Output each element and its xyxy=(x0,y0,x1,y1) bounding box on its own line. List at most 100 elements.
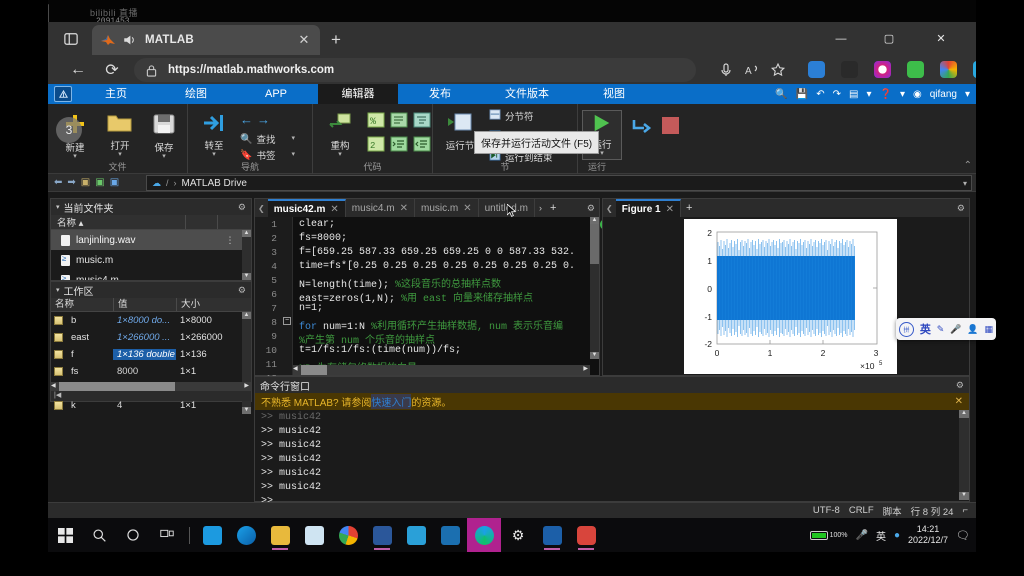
ribbon-tab-plots[interactable]: 绘图 xyxy=(158,84,234,104)
breadcrumb-up-icon[interactable]: ▣ xyxy=(81,177,90,188)
list-item[interactable]: music4.m xyxy=(51,270,251,280)
windows-start-icon[interactable] xyxy=(48,518,82,552)
find-caret-icon[interactable]: ▾ xyxy=(291,135,295,142)
new-tab-button[interactable]: + xyxy=(326,30,346,50)
tab-sidebar-button[interactable] xyxy=(56,27,86,51)
column-name[interactable]: 名称 xyxy=(51,298,113,311)
person-icon[interactable]: 👤 xyxy=(967,324,978,335)
breadcrumb-back-icon[interactable]: ⬅ xyxy=(54,177,62,188)
collapse-triangle-icon[interactable]: ▾ xyxy=(56,203,60,211)
find-button[interactable]: 🔍 查找 ▾ xyxy=(240,132,295,147)
search-icon[interactable] xyxy=(82,518,116,552)
comment-icon[interactable]: % xyxy=(367,112,387,133)
code-fold-column[interactable]: − xyxy=(281,217,293,375)
column-size[interactable]: 大小 xyxy=(176,298,251,311)
window-minimize-button[interactable]: — xyxy=(820,26,862,52)
onedrive-icon[interactable] xyxy=(399,518,433,552)
cortana-icon[interactable] xyxy=(116,518,150,552)
pen-icon[interactable]: ✎ xyxy=(937,324,945,335)
scroll-down-arrow-icon[interactable]: ▼ xyxy=(590,352,599,359)
indent-icon[interactable] xyxy=(390,112,410,133)
user-name[interactable]: qifang xyxy=(930,89,957,100)
scroll-down-arrow-icon[interactable]: ▼ xyxy=(242,407,251,414)
column-value[interactable]: 值 xyxy=(113,298,176,311)
grid-icon[interactable]: ▦ xyxy=(984,324,993,335)
bookmark-caret-icon[interactable]: ▾ xyxy=(291,151,295,158)
smart-indent-icon[interactable] xyxy=(413,112,433,133)
scroll-up-arrow-icon[interactable]: ▲ xyxy=(242,230,251,237)
drive-icon[interactable] xyxy=(940,61,957,78)
window-maximize-button[interactable]: ▢ xyxy=(868,26,910,52)
table-row[interactable]: b 1×8000 do... 1×8000 xyxy=(51,312,251,329)
address-bar[interactable]: https://matlab.mathworks.com xyxy=(134,58,696,82)
tab-close-icon[interactable]: ✕ xyxy=(296,32,312,48)
account-dot-icon[interactable]: ◉ xyxy=(913,89,922,100)
stop-square-icon[interactable] xyxy=(662,117,679,134)
figure-canvas[interactable]: 2 1 0 -1 -2 0 1 2 3 ×10 5 xyxy=(604,217,968,374)
mic-icon[interactable]: 🎤 xyxy=(855,530,867,541)
refactor-caret-icon[interactable]: ▾ xyxy=(319,151,361,158)
ime-english-icon[interactable]: 英 xyxy=(876,528,886,543)
word-icon[interactable] xyxy=(365,518,399,552)
edge-icon[interactable] xyxy=(467,518,501,552)
ime-mode-label[interactable]: 英 xyxy=(920,321,931,337)
tab-close-icon[interactable]: ✕ xyxy=(330,204,338,215)
figure-new-tab-button[interactable]: + xyxy=(681,199,697,217)
ribbon-tab-fileversion[interactable]: 文件版本 xyxy=(482,84,572,104)
reload-icon[interactable]: ⟳ xyxy=(100,58,124,82)
editor-vscrollbar[interactable]: ▲ ▼ xyxy=(590,217,599,359)
ppt-icon[interactable] xyxy=(535,518,569,552)
file-explorer-icon[interactable] xyxy=(263,518,297,552)
editor-new-tab-button[interactable]: + xyxy=(546,199,560,217)
gear-icon[interactable]: ⚙ xyxy=(953,199,969,217)
layout-icon[interactable]: ▤ xyxy=(849,89,858,100)
nav-forward-arrow-icon[interactable]: → xyxy=(257,112,270,127)
favorite-star-icon[interactable] xyxy=(768,60,788,80)
edge-legacy-icon[interactable] xyxy=(229,518,263,552)
nav-back-arrow-icon[interactable]: ← xyxy=(240,112,253,127)
gear-icon[interactable]: ⚙ xyxy=(956,380,964,391)
column-name[interactable]: 名称 ▴ xyxy=(51,215,185,229)
editor-tab-music[interactable]: music.m ✕ xyxy=(415,199,479,217)
ribbon-tab-publish[interactable]: 发布 xyxy=(402,84,478,104)
tab-close-icon[interactable]: ✕ xyxy=(400,203,408,214)
tim-icon[interactable] xyxy=(569,518,603,552)
opera-ring-icon[interactable] xyxy=(874,61,891,78)
table-row[interactable]: east 1×266000 ... 1×266000 xyxy=(51,329,251,346)
taskbar-clock[interactable]: 14:21 2022/12/7 xyxy=(908,524,948,546)
column-sort-icon[interactable] xyxy=(185,215,217,229)
redo-icon[interactable]: ↷ xyxy=(833,89,841,100)
scroll-up-arrow-icon[interactable]: ▲ xyxy=(242,312,251,319)
photos-icon[interactable] xyxy=(297,518,331,552)
layout-caret-icon[interactable]: ▾ xyxy=(866,89,871,100)
gear-icon[interactable]: ⚙ xyxy=(583,199,599,217)
wechat-icon[interactable] xyxy=(907,61,924,78)
ime-floating-toolbar[interactable]: 拼 英 ✎ 🎤 👤 ▦ xyxy=(896,318,996,340)
uncomment-icon[interactable]: 2 xyxy=(367,136,387,157)
microphone-icon[interactable] xyxy=(716,60,736,80)
help-icon[interactable]: ❓ xyxy=(880,89,892,100)
code-editor[interactable]: 1 2 3 4 5 6 7 8 9 10 11 12 − clear xyxy=(255,217,599,384)
gear-icon[interactable]: ⚙ xyxy=(238,202,246,213)
breadcrumb[interactable]: ☁ / › MATLAB Drive ▾ xyxy=(146,175,972,191)
ribbon-tab-view[interactable]: 视图 xyxy=(576,84,652,104)
editor-tab-music42[interactable]: music42.m ✕ xyxy=(267,199,346,217)
figure-tab-scroll-left[interactable]: ❮ xyxy=(603,199,616,217)
network-icon[interactable]: ● xyxy=(894,530,900,541)
scroll-down-arrow-icon[interactable]: ▼ xyxy=(242,273,251,280)
ribbon-tab-editor[interactable]: 编辑器 xyxy=(318,84,398,104)
increase-indent-icon[interactable] xyxy=(390,136,410,157)
editor-tab-scroll-left[interactable]: ❮ xyxy=(255,199,268,217)
decrease-indent-icon[interactable] xyxy=(413,136,433,157)
speaker-icon[interactable] xyxy=(122,33,137,47)
browser-tab-matlab[interactable]: MATLAB ✕ xyxy=(92,25,320,55)
search-icon[interactable]: 🔍 xyxy=(775,89,787,100)
mail-icon[interactable] xyxy=(195,518,229,552)
file-list[interactable]: lanjinling.wav ⋮ music.m music4.m music4… xyxy=(51,230,251,280)
ribbon-collapse-icon[interactable]: ⌃ xyxy=(964,160,972,171)
ribbon-tab-home[interactable]: 主页 xyxy=(78,84,154,104)
editor-tab-overflow[interactable]: › xyxy=(535,199,546,217)
collapse-triangle-icon[interactable]: ▾ xyxy=(56,286,60,294)
window-close-button[interactable]: ✕ xyxy=(920,26,962,52)
undo-icon[interactable]: ↶ xyxy=(816,89,824,100)
